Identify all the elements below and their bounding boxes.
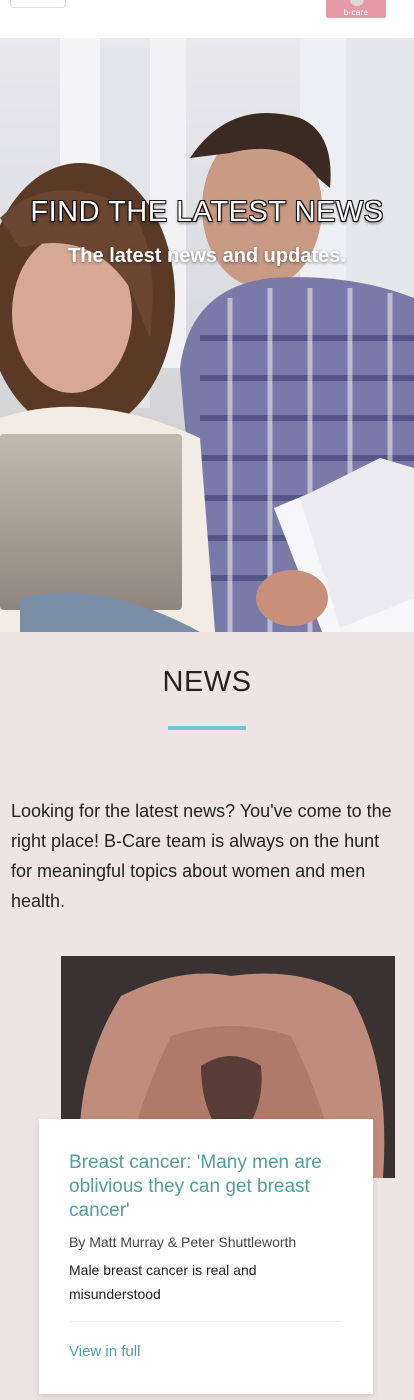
article-byline: By Matt Murray & Peter Shuttleworth [69, 1234, 297, 1250]
logo-text: b-care [343, 8, 369, 17]
article-title[interactable]: Breast cancer: 'Many men are oblivious t… [69, 1151, 359, 1223]
hero-banner: FIND THE LATEST NEWS The latest news and… [0, 38, 414, 632]
hero-photo [0, 38, 414, 632]
hero-title: FIND THE LATEST NEWS [30, 196, 384, 228]
article-card: Breast cancer: 'Many men are oblivious t… [39, 1119, 373, 1394]
view-in-full-link[interactable]: View in full [69, 1343, 140, 1360]
logo-mark-icon [350, 0, 364, 6]
news-intro-text: Looking for the latest news? You've come… [11, 801, 392, 911]
brand-logo[interactable]: b-care [326, 0, 386, 18]
news-heading: NEWS [162, 666, 252, 698]
heading-underline [168, 726, 246, 730]
card-divider [69, 1321, 341, 1322]
hero-subtitle: The latest news and updates. [68, 245, 346, 267]
menu-toggle-button[interactable] [10, 0, 66, 8]
article-summary: Male breast cancer is real and misunders… [69, 1262, 257, 1302]
top-navbar: b-care [0, 0, 414, 39]
